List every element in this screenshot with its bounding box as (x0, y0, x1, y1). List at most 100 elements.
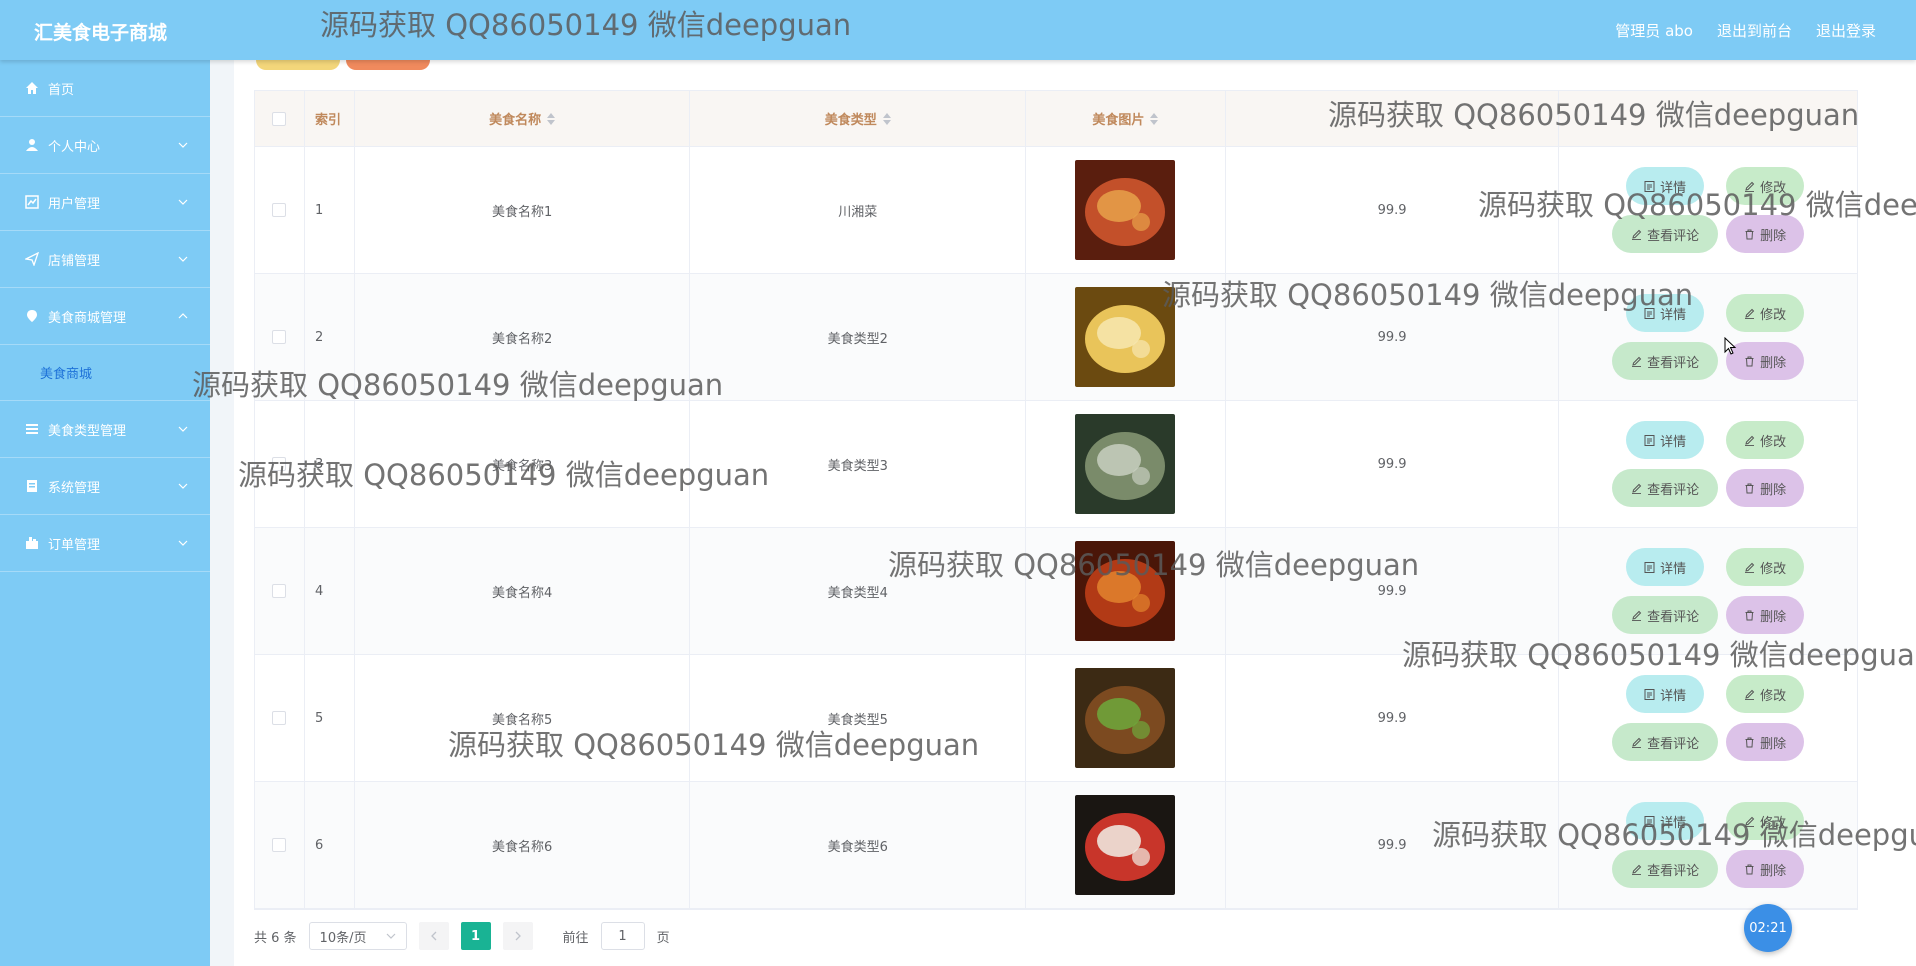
cell-actions: 详情 修改 查看评论 删除 (1559, 274, 1857, 400)
document-icon (1644, 180, 1655, 192)
cell-type: 美食类型6 (690, 782, 1027, 908)
location-icon (24, 308, 40, 324)
sidebar-item-label: 订单管理 (48, 537, 101, 553)
view-reviews-button[interactable]: 查看评论 (1612, 342, 1719, 380)
content-panel: 索引 美食名称 美食类型 美食图片 1 美食名称1 川湘菜 99.9 详情 修改… (234, 60, 1916, 966)
detail-button[interactable]: 详情 (1626, 167, 1705, 205)
column-header-label: 美食名称 (489, 113, 542, 128)
sort-icon[interactable] (547, 112, 556, 125)
next-page-button[interactable] (502, 922, 533, 950)
cell-price: 99.9 (1226, 401, 1560, 527)
send-icon (24, 251, 40, 267)
view-reviews-button[interactable]: 查看评论 (1612, 215, 1719, 253)
view-reviews-button[interactable]: 查看评论 (1612, 596, 1719, 634)
sidebar-item-home[interactable]: 首页 (0, 60, 210, 117)
row-checkbox[interactable] (272, 457, 287, 471)
document-icon (1644, 434, 1655, 446)
prev-page-button[interactable] (418, 922, 449, 950)
cell-image (1026, 274, 1226, 400)
sidebar-item-label: 用户管理 (48, 196, 101, 212)
edit-button[interactable]: 修改 (1726, 548, 1805, 586)
row-checkbox[interactable] (272, 203, 287, 217)
cell-price: 99.9 (1226, 528, 1560, 654)
toolbar-button-partial[interactable] (256, 60, 340, 70)
edit-icon (1745, 816, 1755, 827)
list-icon (24, 421, 40, 437)
timer-badge[interactable]: 02:21 (1744, 904, 1792, 952)
edit-button[interactable]: 修改 (1726, 167, 1805, 205)
sidebar-subitem-food-mall[interactable]: 美食商城 (0, 345, 210, 401)
main-content: 索引 美食名称 美食类型 美食图片 1 美食名称1 川湘菜 99.9 详情 修改… (210, 60, 1916, 966)
goto-page-input[interactable]: 1 (600, 922, 645, 950)
row-select-cell (255, 401, 305, 527)
cell-type: 美食类型3 (690, 401, 1027, 527)
edit-icon (1745, 562, 1755, 573)
delete-button[interactable]: 删除 (1726, 469, 1805, 507)
row-checkbox[interactable] (272, 838, 287, 852)
edit-button-label: 修改 (1760, 688, 1787, 704)
sidebar-item-shops[interactable]: 店铺管理 (0, 231, 210, 288)
delete-button[interactable]: 删除 (1726, 723, 1805, 761)
view-reviews-button[interactable]: 查看评论 (1612, 723, 1719, 761)
edit-button[interactable]: 修改 (1726, 421, 1805, 459)
column-header-name[interactable]: 美食名称 (355, 91, 691, 146)
document-icon (1644, 688, 1655, 700)
goto-prefix: 前往 (562, 930, 589, 946)
sidebar-item-orders[interactable]: 订单管理 (0, 515, 210, 572)
exit-to-front-link[interactable]: 退出到前台 (1717, 20, 1792, 41)
detail-button[interactable]: 详情 (1626, 802, 1705, 840)
view-reviews-button[interactable]: 查看评论 (1612, 469, 1719, 507)
row-checkbox[interactable] (272, 711, 287, 725)
detail-button[interactable]: 详情 (1626, 421, 1705, 459)
admin-label[interactable]: 管理员 abo (1615, 20, 1693, 41)
detail-button[interactable]: 详情 (1626, 675, 1705, 713)
row-select-cell (255, 274, 305, 400)
sidebar-item-label: 店铺管理 (48, 253, 101, 269)
document-icon (1644, 815, 1655, 827)
select-all-checkbox[interactable] (272, 111, 287, 126)
delete-button[interactable]: 删除 (1726, 850, 1805, 888)
cell-index: 1 (305, 147, 355, 273)
edit-icon (1745, 435, 1755, 446)
sort-icon[interactable] (882, 112, 891, 125)
page-size-select[interactable]: 10条/页 (308, 922, 407, 950)
cell-price: 99.9 (1226, 655, 1560, 781)
edit-button[interactable]: 修改 (1726, 294, 1805, 332)
sidebar-item-users[interactable]: 用户管理 (0, 174, 210, 231)
edit-button-label: 修改 (1760, 434, 1787, 450)
cell-image (1026, 401, 1226, 527)
row-checkbox[interactable] (272, 584, 287, 598)
cell-actions: 详情 修改 查看评论 删除 (1559, 655, 1857, 781)
column-header-type[interactable]: 美食类型 (690, 91, 1027, 146)
trash-icon (1745, 864, 1754, 874)
total-count: 共 6 条 (254, 930, 297, 946)
delete-button[interactable]: 删除 (1726, 215, 1805, 253)
chevron-down-icon (386, 933, 395, 939)
delete-button[interactable]: 删除 (1726, 596, 1805, 634)
view-reviews-button[interactable]: 查看评论 (1612, 850, 1719, 888)
sidebar-item-personal[interactable]: 个人中心 (0, 117, 210, 174)
edit-icon (1632, 610, 1642, 621)
cell-actions: 详情 修改 查看评论 删除 (1559, 401, 1857, 527)
detail-button-label: 详情 (1660, 180, 1687, 196)
view-reviews-button-label: 查看评论 (1647, 609, 1700, 625)
sort-icon[interactable] (1150, 112, 1159, 125)
sidebar-item-food-mall[interactable]: 美食商城管理 (0, 288, 210, 345)
cell-price: 99.9 (1226, 782, 1560, 908)
page-number-current[interactable]: 1 (460, 922, 491, 950)
column-header-image[interactable]: 美食图片 (1026, 91, 1226, 146)
detail-button[interactable]: 详情 (1626, 548, 1705, 586)
sidebar-item-system[interactable]: 系统管理 (0, 458, 210, 515)
detail-button[interactable]: 详情 (1626, 294, 1705, 332)
logout-link[interactable]: 退出登录 (1816, 20, 1876, 41)
edit-button[interactable]: 修改 (1726, 675, 1805, 713)
toolbar-button-partial[interactable] (346, 60, 430, 70)
delete-button-label: 删除 (1760, 228, 1787, 244)
edit-button[interactable]: 修改 (1726, 802, 1805, 840)
select-all-cell (255, 91, 305, 146)
cell-type: 美食类型5 (690, 655, 1027, 781)
sidebar-item-label: 系统管理 (48, 480, 101, 496)
sidebar-item-food-types[interactable]: 美食类型管理 (0, 401, 210, 458)
row-checkbox[interactable] (272, 330, 287, 344)
detail-button-label: 详情 (1660, 815, 1687, 831)
